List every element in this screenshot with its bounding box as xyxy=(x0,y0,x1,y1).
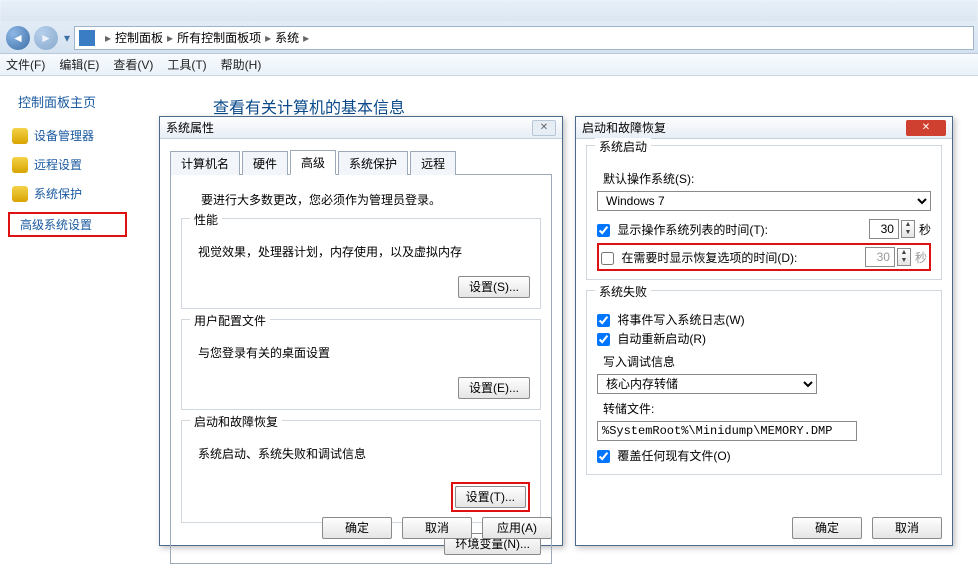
close-icon[interactable]: ✕ xyxy=(532,120,556,136)
menu-view[interactable]: 查看(V) xyxy=(113,56,153,73)
ok-button[interactable]: 确定 xyxy=(792,517,862,539)
group-system-failure: 系统失败 将事件写入系统日志(W) 自动重新启动(R) 写入调试信息 核心内存转… xyxy=(586,290,942,475)
show-os-seconds-input[interactable] xyxy=(869,219,899,239)
sidebar-item-label: 高级系统设置 xyxy=(20,216,92,233)
nav-forward-button[interactable]: ► xyxy=(34,26,58,50)
apply-button[interactable]: 应用(A) xyxy=(482,517,552,539)
breadcrumb[interactable]: ▸ 控制面板 ▸ 所有控制面板项 ▸ 系统 ▸ xyxy=(74,26,974,50)
tab-remote[interactable]: 远程 xyxy=(410,151,456,175)
performance-settings-button[interactable]: 设置(S)... xyxy=(458,276,530,298)
spinner-arrows[interactable]: ▲▼ xyxy=(901,220,915,238)
tab-hardware[interactable]: 硬件 xyxy=(242,151,288,175)
group-startup-recovery: 启动和故障恢复 系统启动、系统失败和调试信息 设置(T)... xyxy=(181,420,541,523)
sidebar-item-label: 远程设置 xyxy=(34,156,82,173)
sidebar-item-remote[interactable]: 远程设置 xyxy=(8,154,155,175)
group-legend: 系统启动 xyxy=(595,138,651,155)
dump-label: 写入调试信息 xyxy=(603,353,931,370)
group-user-profile: 用户配置文件 与您登录有关的桌面设置 设置(E)... xyxy=(181,319,541,410)
sidebar-item-protection[interactable]: 系统保护 xyxy=(8,183,155,204)
group-system-startup: 系统启动 默认操作系统(S): Windows 7 显示操作系统列表的时间(T)… xyxy=(586,145,942,280)
sidebar-item-label: 设备管理器 xyxy=(34,127,94,144)
ok-button[interactable]: 确定 xyxy=(322,517,392,539)
chevron-right-icon: ▸ xyxy=(167,31,173,45)
dump-file-input[interactable] xyxy=(597,421,857,441)
show-recovery-check[interactable] xyxy=(601,252,614,265)
sidebar-item-label: 系统保护 xyxy=(34,185,82,202)
group-legend: 启动和故障恢复 xyxy=(190,413,282,430)
breadcrumb-seg[interactable]: 系统 xyxy=(275,29,299,46)
show-os-list-check[interactable] xyxy=(597,224,610,237)
dump-file-label: 转储文件: xyxy=(603,400,931,417)
dump-type-select[interactable]: 核心内存转储 xyxy=(597,374,817,394)
dialog-title: 系统属性 xyxy=(166,119,214,136)
default-os-select[interactable]: Windows 7 xyxy=(597,191,931,211)
group-legend: 用户配置文件 xyxy=(190,312,270,329)
group-desc: 系统启动、系统失败和调试信息 xyxy=(198,445,530,462)
cancel-button[interactable]: 取消 xyxy=(402,517,472,539)
chevron-right-icon: ▸ xyxy=(265,31,271,45)
menu-edit[interactable]: 编辑(E) xyxy=(59,56,99,73)
group-legend: 性能 xyxy=(190,211,222,228)
sidebar-item-advanced[interactable]: 高级系统设置 xyxy=(8,212,127,237)
default-os-label: 默认操作系统(S): xyxy=(603,170,931,187)
sidebar: 控制面板主页 设备管理器 远程设置 系统保护 高级系统设置 xyxy=(0,76,155,557)
main-pane: 查看有关计算机的基本信息 系统属性 ✕ 计算机名 硬件 高级 系统保护 远程 要… xyxy=(155,76,978,557)
admin-note: 要进行大多数更改，您必须作为管理员登录。 xyxy=(201,191,541,208)
cancel-button[interactable]: 取消 xyxy=(872,517,942,539)
breadcrumb-seg[interactable]: 控制面板 xyxy=(115,29,163,46)
close-icon[interactable]: ✕ xyxy=(906,120,946,136)
shield-icon xyxy=(12,128,28,144)
menu-help[interactable]: 帮助(H) xyxy=(221,56,262,73)
show-os-list-checkbox[interactable]: 显示操作系统列表的时间(T): xyxy=(597,221,768,238)
seconds-label: 秒 xyxy=(915,249,927,266)
chevron-right-icon: ▸ xyxy=(303,31,309,45)
startup-settings-button[interactable]: 设置(T)... xyxy=(455,486,526,508)
menu-file[interactable]: 文件(F) xyxy=(6,56,45,73)
seconds-label: 秒 xyxy=(919,221,931,238)
breadcrumb-seg[interactable]: 所有控制面板项 xyxy=(177,29,261,46)
menu-bar: 文件(F) 编辑(E) 查看(V) 工具(T) 帮助(H) xyxy=(0,54,978,76)
userprofile-settings-button[interactable]: 设置(E)... xyxy=(458,377,530,399)
group-desc: 与您登录有关的桌面设置 xyxy=(198,344,530,361)
control-panel-icon xyxy=(79,30,95,46)
system-properties-dialog: 系统属性 ✕ 计算机名 硬件 高级 系统保护 远程 要进行大多数更改，您必须作为… xyxy=(159,116,563,546)
dialog-titlebar: 启动和故障恢复 ✕ xyxy=(576,117,952,139)
write-log-checkbox[interactable]: 将事件写入系统日志(W) xyxy=(597,311,931,328)
shield-icon xyxy=(12,186,28,202)
nav-history-chevron[interactable]: ▾ xyxy=(60,26,74,50)
chevron-right-icon: ▸ xyxy=(105,31,111,45)
startup-recovery-dialog: 启动和故障恢复 ✕ 系统启动 默认操作系统(S): Windows 7 显示操作… xyxy=(575,116,953,546)
tab-strip: 计算机名 硬件 高级 系统保护 远程 xyxy=(170,151,552,175)
sidebar-item-device-manager[interactable]: 设备管理器 xyxy=(8,125,155,146)
address-bar: ◄ ► ▾ ▸ 控制面板 ▸ 所有控制面板项 ▸ 系统 ▸ xyxy=(0,22,978,54)
show-os-seconds-spin[interactable]: ▲▼ xyxy=(869,219,915,239)
sidebar-title[interactable]: 控制面板主页 xyxy=(18,92,155,111)
show-recovery-seconds-input xyxy=(865,247,895,267)
group-performance: 性能 视觉效果，处理器计划，内存使用，以及虚拟内存 设置(S)... xyxy=(181,218,541,309)
page-title: 查看有关计算机的基本信息 xyxy=(213,94,978,118)
spinner-arrows: ▲▼ xyxy=(897,248,911,266)
show-recovery-checkbox[interactable]: 在需要时显示恢复选项的时间(D): xyxy=(601,249,797,266)
menu-tools[interactable]: 工具(T) xyxy=(167,56,206,73)
shield-icon xyxy=(12,157,28,173)
nav-back-button[interactable]: ◄ xyxy=(6,26,30,50)
tab-computer-name[interactable]: 计算机名 xyxy=(170,151,240,175)
group-legend: 系统失败 xyxy=(595,283,651,300)
window-titlebar xyxy=(0,0,978,22)
show-recovery-seconds-spin: ▲▼ xyxy=(865,247,911,267)
group-desc: 视觉效果，处理器计划，内存使用，以及虚拟内存 xyxy=(198,243,530,260)
auto-restart-checkbox[interactable]: 自动重新启动(R) xyxy=(597,330,931,347)
dialog-title: 启动和故障恢复 xyxy=(582,119,666,136)
dialog-titlebar: 系统属性 ✕ xyxy=(160,117,562,139)
overwrite-checkbox[interactable]: 覆盖任何现有文件(O) xyxy=(597,447,931,464)
tab-advanced[interactable]: 高级 xyxy=(290,150,336,175)
tab-protection[interactable]: 系统保护 xyxy=(338,151,408,175)
